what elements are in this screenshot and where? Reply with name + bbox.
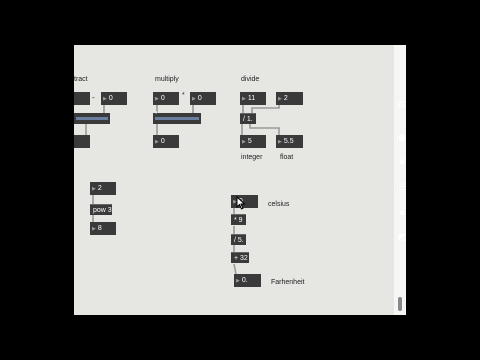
multiply-right-number[interactable]: ▶ 0 [190,92,216,105]
divide-label: divide [241,76,260,83]
inspector-icon[interactable]: ▪ [397,157,407,167]
patcher-toolbar: ▤ ● ▪ ☰ ▪ ◩ [397,95,407,255]
presentation-icon[interactable]: ▤ [397,100,407,110]
multiply-operation-box[interactable]: * [153,111,201,124]
clipboard-icon[interactable]: ▪ [397,208,407,218]
divide-five-box[interactable]: / 5. [231,234,246,245]
pow-input-number[interactable]: ▶ 2 [90,182,116,195]
number-arrow-icon: ▶ [236,278,240,284]
pow-object-box[interactable]: pow 3 [90,204,112,215]
number-arrow-icon: ▶ [192,96,196,102]
divide-right-number[interactable]: ▶ 2 [276,92,303,105]
float-label: float [280,154,294,161]
farenheit-label: Farhenheit [271,279,305,286]
vertical-scrollbar[interactable] [398,297,402,311]
subtract-result-number[interactable] [74,135,90,148]
info-icon[interactable]: ● [397,133,407,143]
multiply-result-number[interactable]: ▶ 0 [153,135,179,148]
multiply-left-number[interactable]: ▶ 0 [153,92,179,105]
subtract-right-number[interactable]: ▶ 0 [101,92,127,105]
multiply-operator: * [182,92,185,99]
number-arrow-icon: ▶ [155,96,159,102]
number-arrow-icon: ▶ [242,139,246,145]
divide-object-box[interactable]: / 1. [240,113,256,124]
divide-integer-number[interactable]: ▶ 5 [240,135,266,148]
divide-float-number[interactable]: ▶ 5.5 [276,135,303,148]
celsius-label: celsius [268,201,290,208]
number-arrow-icon: ▶ [155,139,159,145]
number-arrow-icon: ▶ [242,96,246,102]
number-arrow-icon: ▶ [278,139,282,145]
subtract-operator: - [92,93,95,102]
integer-label: integer [241,154,263,161]
subtract-left-number[interactable] [74,92,90,105]
subtract-label: tract [74,76,88,83]
list-icon[interactable]: ☰ [397,183,407,193]
subtract-operation-box[interactable] [74,113,110,124]
mouse-cursor-icon [236,196,246,210]
add-32-box[interactable]: + 32 [231,252,249,263]
pow-output-number[interactable]: ▶ 8 [90,222,116,235]
multiply-nine-box[interactable]: * 9 [231,214,246,225]
number-arrow-icon: ▶ [92,186,96,192]
number-arrow-icon: ▶ [92,226,96,232]
divide-left-number[interactable]: ▶ 11 [240,92,266,105]
number-arrow-icon: ▶ [278,96,282,102]
farenheit-number[interactable]: ▶ 0. [234,274,261,287]
multiply-label: multiply [155,76,179,83]
number-arrow-icon: ▶ [103,96,107,102]
debug-icon[interactable]: ◩ [397,233,407,243]
